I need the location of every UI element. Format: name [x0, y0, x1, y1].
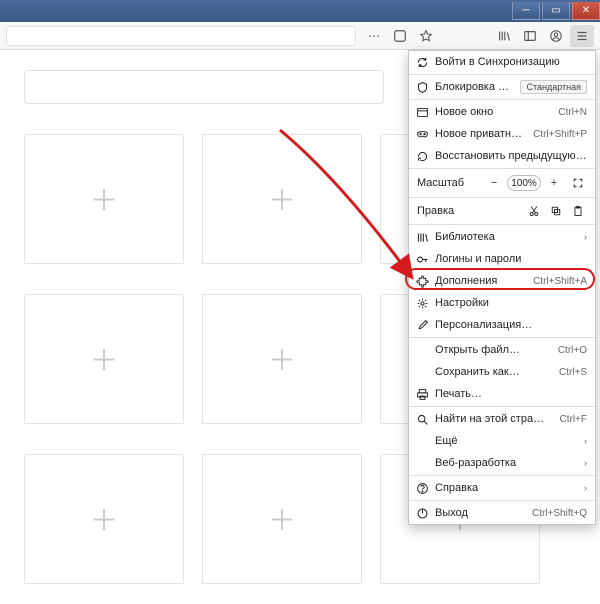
page-actions-icon[interactable]: ⋯ — [362, 25, 386, 47]
library-icon — [415, 230, 429, 244]
puzzle-icon — [415, 274, 429, 288]
menu-help[interactable]: Справка › — [409, 477, 595, 499]
paste-button[interactable] — [567, 202, 589, 220]
menu-zoom-row: Масштаб − 100% + — [409, 170, 595, 196]
bookmark-star-icon[interactable] — [414, 25, 438, 47]
top-site-tile[interactable]: ＋ — [24, 294, 184, 424]
menu-customize[interactable]: Персонализация… — [409, 314, 595, 336]
menu-new-private-window[interactable]: Новое приватное окно Ctrl+Shift+P — [409, 123, 595, 145]
plus-icon: ＋ — [90, 179, 118, 219]
search-input[interactable] — [24, 70, 384, 104]
app-menu-panel: Войти в Синхронизацию Блокировка содержи… — [408, 50, 596, 525]
zoom-out-button[interactable]: − — [483, 174, 505, 192]
plus-icon: ＋ — [268, 499, 296, 539]
edit-label: Правка — [415, 205, 523, 217]
browser-toolbar: ⋯ — [0, 22, 600, 50]
menu-save-as[interactable]: Сохранить как… Ctrl+S — [409, 361, 595, 383]
menu-print[interactable]: Печать… — [409, 383, 595, 405]
mask-icon — [415, 127, 429, 141]
top-site-tile[interactable]: ＋ — [202, 134, 362, 264]
menu-find[interactable]: Найти на этой странице… Ctrl+F — [409, 408, 595, 430]
zoom-value: 100% — [507, 175, 541, 191]
menu-addons[interactable]: Дополнения Ctrl+Shift+A — [409, 270, 595, 292]
chevron-right-icon: › — [584, 458, 587, 468]
shield-icon — [415, 80, 429, 94]
menu-library[interactable]: Библиотека › — [409, 226, 595, 248]
help-icon — [415, 481, 429, 495]
sidebar-icon[interactable] — [518, 25, 542, 47]
menu-more[interactable]: Ещё › — [409, 430, 595, 452]
library-icon[interactable] — [492, 25, 516, 47]
exit-icon — [415, 506, 429, 520]
top-site-tile[interactable]: ＋ — [24, 134, 184, 264]
menu-open-file[interactable]: Открыть файл… Ctrl+O — [409, 339, 595, 361]
copy-button[interactable] — [545, 202, 567, 220]
menu-new-window[interactable]: Новое окно Ctrl+N — [409, 101, 595, 123]
sync-icon — [415, 55, 429, 69]
chevron-right-icon: › — [584, 436, 587, 446]
blocking-level-badge: Стандартная — [520, 80, 587, 94]
restore-icon — [415, 149, 429, 163]
menu-settings[interactable]: Настройки — [409, 292, 595, 314]
search-icon — [415, 412, 429, 426]
menu-logins[interactable]: Логины и пароли — [409, 248, 595, 270]
chevron-right-icon: › — [584, 483, 587, 493]
menu-blocking[interactable]: Блокировка содержимого Стандартная — [409, 76, 595, 98]
menu-web-developer[interactable]: Веб-разработка › — [409, 452, 595, 474]
zoom-in-button[interactable]: + — [543, 174, 565, 192]
key-icon — [415, 252, 429, 266]
window-close-button[interactable]: ✕ — [572, 2, 600, 20]
top-site-tile[interactable]: ＋ — [202, 454, 362, 584]
reader-icon[interactable] — [388, 25, 412, 47]
menu-restore-session[interactable]: Восстановить предыдущую сессию — [409, 145, 595, 167]
plus-icon: ＋ — [90, 339, 118, 379]
menu-edit-row: Правка — [409, 199, 595, 223]
plus-icon: ＋ — [268, 339, 296, 379]
address-bar[interactable] — [6, 26, 356, 46]
window-minimize-button[interactable]: ─ — [512, 2, 540, 20]
menu-exit[interactable]: Выход Ctrl+Shift+Q — [409, 502, 595, 524]
menu-sync[interactable]: Войти в Синхронизацию — [409, 51, 595, 73]
window-icon — [415, 105, 429, 119]
window-titlebar: ─ ▭ ✕ — [0, 0, 600, 22]
hamburger-menu-button[interactable] — [570, 25, 594, 47]
brush-icon — [415, 318, 429, 332]
gear-icon — [415, 296, 429, 310]
window-maximize-button[interactable]: ▭ — [542, 2, 570, 20]
top-site-tile[interactable]: ＋ — [202, 294, 362, 424]
top-site-tile[interactable]: ＋ — [24, 454, 184, 584]
chevron-right-icon: › — [584, 232, 587, 242]
account-icon[interactable] — [544, 25, 568, 47]
cut-button[interactable] — [523, 202, 545, 220]
plus-icon: ＋ — [90, 499, 118, 539]
fullscreen-button[interactable] — [567, 174, 589, 192]
print-icon — [415, 387, 429, 401]
plus-icon: ＋ — [268, 179, 296, 219]
zoom-label: Масштаб — [415, 177, 481, 189]
